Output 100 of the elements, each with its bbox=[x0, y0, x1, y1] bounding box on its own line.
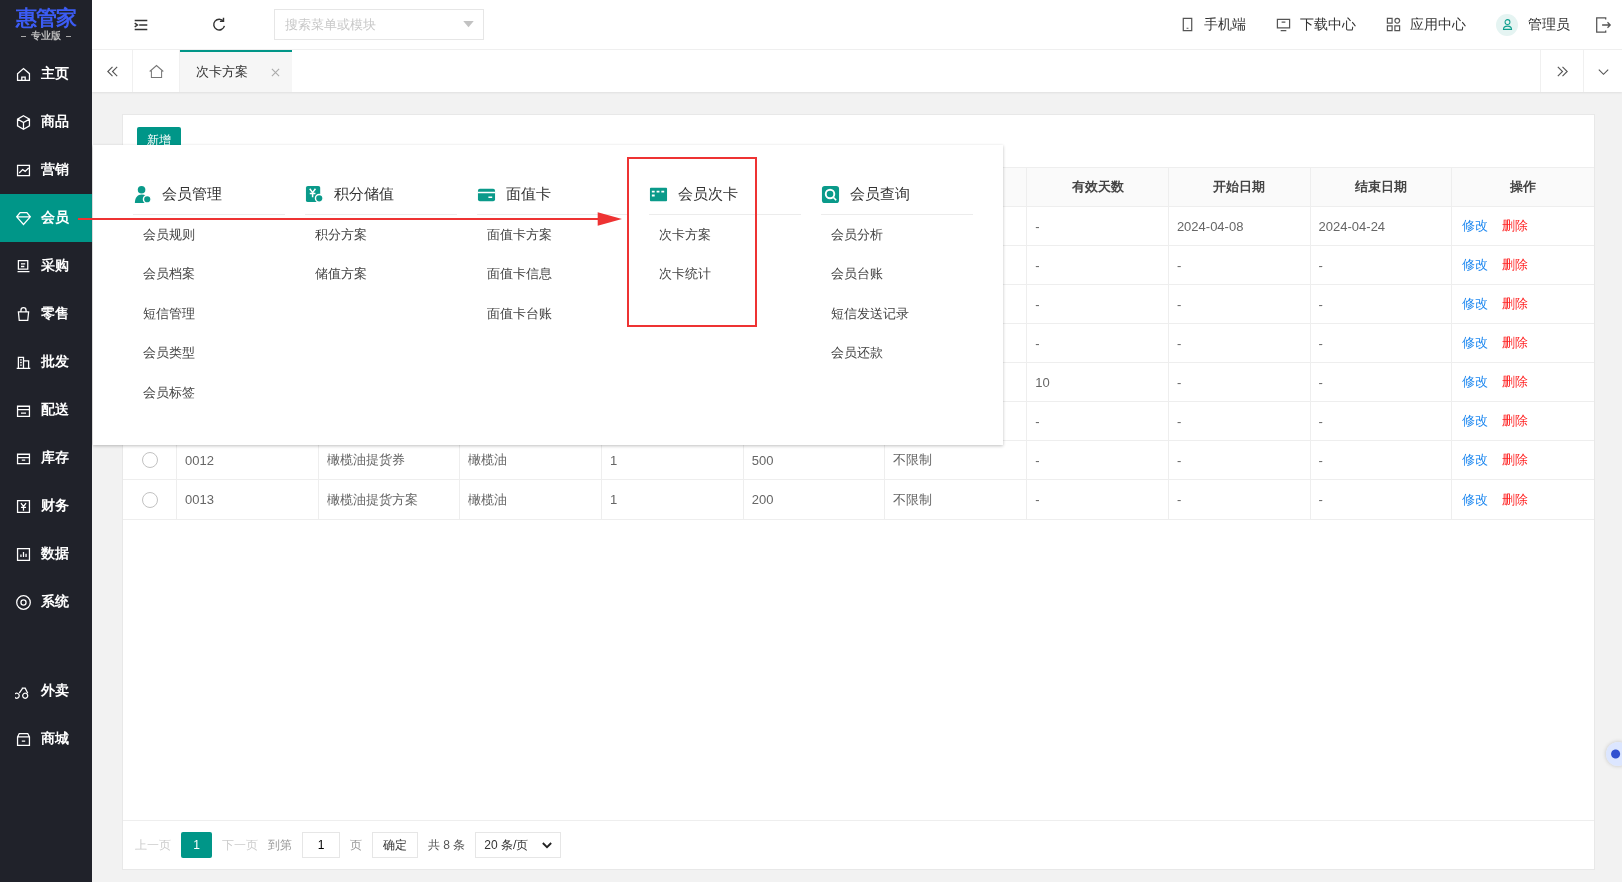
menu-item[interactable]: 会员类型 bbox=[133, 333, 305, 373]
box-icon bbox=[15, 113, 32, 131]
close-icon[interactable] bbox=[271, 67, 280, 77]
goto-label: 到第 bbox=[268, 836, 292, 854]
table-cell: 0013 bbox=[177, 480, 319, 519]
logout-icon[interactable] bbox=[1594, 15, 1612, 34]
diamond-icon bbox=[15, 209, 32, 227]
phone-icon bbox=[1180, 17, 1195, 32]
menu-item[interactable]: 会员台账 bbox=[821, 254, 993, 294]
table-cell: - bbox=[1027, 480, 1169, 519]
menu-group-title: 会员查询 bbox=[821, 185, 973, 215]
receipt-icon bbox=[15, 257, 32, 275]
sidebar-item[interactable]: 营销 bbox=[0, 146, 92, 194]
edit-link[interactable]: 修改 bbox=[1462, 412, 1489, 430]
edit-link[interactable]: 修改 bbox=[1462, 373, 1489, 391]
page-unit-label: 页 bbox=[350, 836, 362, 854]
sidebar-item[interactable]: 会员 bbox=[0, 194, 92, 242]
table-cell: - bbox=[1168, 324, 1311, 362]
edit-link[interactable]: 修改 bbox=[1462, 334, 1489, 352]
edit-link[interactable]: 修改 bbox=[1462, 295, 1489, 313]
menu-item[interactable]: 短信发送记录 bbox=[821, 294, 993, 334]
sidebar-item[interactable]: 零售 bbox=[0, 290, 92, 338]
monitor-icon bbox=[1276, 17, 1291, 32]
sidebar-item[interactable]: 外卖 bbox=[0, 667, 92, 715]
table-cell: 橄榄油 bbox=[460, 480, 603, 519]
table-cell: - bbox=[1168, 363, 1311, 401]
caret-icon bbox=[463, 21, 474, 28]
delete-link[interactable]: 删除 bbox=[1502, 217, 1529, 235]
sidebar-item[interactable]: 数据 bbox=[0, 530, 92, 578]
table-cell: - bbox=[1310, 285, 1453, 323]
confirm-button[interactable]: 确定 bbox=[372, 832, 418, 858]
table-cell: - bbox=[1027, 246, 1169, 284]
sidebar-item[interactable]: 主页 bbox=[0, 50, 92, 98]
search-icon bbox=[821, 185, 840, 204]
column-header: 开始日期 bbox=[1168, 168, 1311, 206]
refresh-icon[interactable] bbox=[210, 15, 228, 34]
table-cell: - bbox=[1027, 402, 1169, 440]
sidebar-item[interactable]: 采购 bbox=[0, 242, 92, 290]
table-cell: - bbox=[1027, 324, 1169, 362]
menu-item[interactable]: 会员标签 bbox=[133, 373, 305, 413]
menu-item[interactable]: 会员规则 bbox=[133, 215, 305, 255]
menu-item[interactable]: 面值卡方案 bbox=[477, 215, 649, 255]
header-link[interactable]: 手机端 bbox=[1180, 15, 1246, 34]
delete-link[interactable]: 删除 bbox=[1502, 373, 1529, 391]
table-cell: 10 bbox=[1027, 363, 1169, 401]
table-cell: 200 bbox=[743, 480, 886, 519]
delete-link[interactable]: 删除 bbox=[1502, 412, 1529, 430]
menu-item[interactable]: 次卡方案 bbox=[649, 215, 821, 255]
header-link[interactable]: 下载中心 bbox=[1276, 15, 1356, 34]
menu-item[interactable]: 储值方案 bbox=[305, 254, 477, 294]
menu-group-title: 面值卡 bbox=[477, 185, 629, 215]
person-gear-icon bbox=[133, 185, 152, 204]
table-cell: 橄榄油提货方案 bbox=[318, 480, 461, 519]
sidebar-item[interactable]: 财务 bbox=[0, 482, 92, 530]
header-link[interactable]: 应用中心 bbox=[1386, 15, 1466, 34]
user-menu[interactable]: 管理员 bbox=[1496, 13, 1570, 36]
bag-icon bbox=[15, 305, 32, 323]
delete-link[interactable]: 删除 bbox=[1502, 451, 1529, 469]
menu-group-title: 会员次卡 bbox=[649, 185, 801, 215]
column-header: 有效天数 bbox=[1027, 168, 1169, 206]
delete-link[interactable]: 删除 bbox=[1502, 334, 1529, 352]
page-input[interactable]: 1 bbox=[302, 832, 340, 858]
sidebar-item[interactable]: 商城 bbox=[0, 715, 92, 763]
edit-link[interactable]: 修改 bbox=[1462, 256, 1489, 274]
delete-link[interactable]: 删除 bbox=[1502, 295, 1529, 313]
menu-item[interactable]: 次卡统计 bbox=[649, 254, 821, 294]
yuan-icon bbox=[15, 497, 32, 515]
menu-item[interactable]: 会员分析 bbox=[821, 215, 993, 255]
table-cell: 不限制 bbox=[885, 480, 1028, 519]
sidebar-item[interactable]: 库存 bbox=[0, 434, 92, 482]
delete-link[interactable]: 删除 bbox=[1502, 256, 1529, 274]
sidebar-item[interactable]: 配送 bbox=[0, 386, 92, 434]
table-cell: - bbox=[1168, 402, 1311, 440]
column-header: 结束日期 bbox=[1310, 168, 1453, 206]
table-cell: - bbox=[1310, 480, 1453, 519]
menu-group-title: 积分储值 bbox=[305, 185, 457, 215]
delete-link[interactable]: 删除 bbox=[1502, 490, 1529, 509]
total-count: 共 8 条 bbox=[428, 836, 466, 854]
shop-icon bbox=[15, 730, 32, 748]
table-cell: - bbox=[1168, 285, 1311, 323]
table-cell: - bbox=[1310, 324, 1453, 362]
logo-text: 惠管家 bbox=[16, 7, 76, 29]
edit-link[interactable]: 修改 bbox=[1462, 451, 1489, 469]
menu-item[interactable]: 会员还款 bbox=[821, 333, 993, 373]
edition-label: 专业版 bbox=[31, 29, 61, 43]
table-cell: - bbox=[1027, 207, 1169, 245]
menu-item[interactable]: 会员档案 bbox=[133, 254, 305, 294]
sidebar-item[interactable]: 系统 bbox=[0, 578, 92, 626]
sidebar-item[interactable]: 商品 bbox=[0, 98, 92, 146]
menu-item[interactable]: 面值卡台账 bbox=[477, 294, 649, 334]
edit-link[interactable]: 修改 bbox=[1462, 490, 1489, 509]
menu-item[interactable]: 面值卡信息 bbox=[477, 254, 649, 294]
sidebar-item[interactable]: 批发 bbox=[0, 338, 92, 386]
menu-item[interactable]: 积分方案 bbox=[305, 215, 477, 255]
edit-link[interactable]: 修改 bbox=[1462, 217, 1489, 235]
page-tab[interactable]: 次卡方案 bbox=[180, 50, 292, 92]
page-number[interactable]: 1 bbox=[181, 832, 212, 858]
page-size-select[interactable]: 20 条/页 bbox=[475, 832, 562, 858]
table-cell: - bbox=[1310, 441, 1453, 479]
menu-item[interactable]: 短信管理 bbox=[133, 294, 305, 334]
